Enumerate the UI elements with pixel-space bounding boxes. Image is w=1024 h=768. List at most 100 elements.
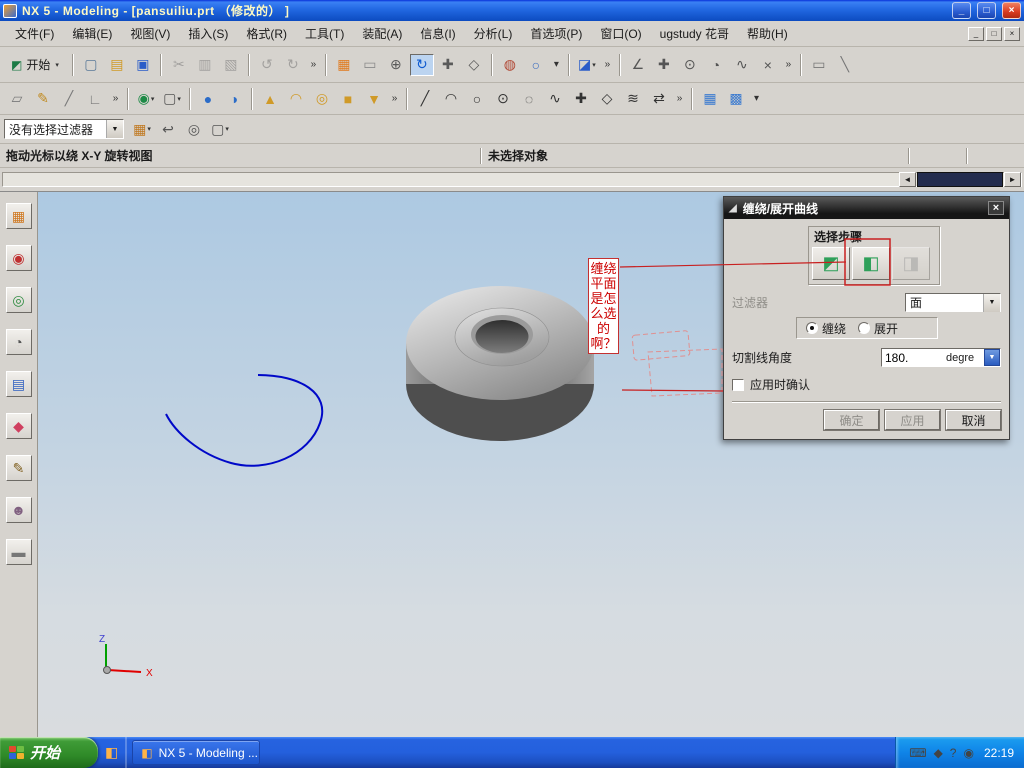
sound-tray-icon[interactable]: ◉ [963,746,973,760]
measure-distance-icon[interactable]: ▭ [807,54,831,76]
circle-icon[interactable]: ○ [465,88,489,110]
cut-icon[interactable]: ✂ [167,54,191,76]
point-constructor-icon[interactable]: ◉ ▾ [134,88,158,110]
fit-view-icon[interactable]: ▦ [332,54,356,76]
open-icon[interactable]: ▤ [105,54,129,76]
paste-icon[interactable]: ▧ [219,54,243,76]
ok-button[interactable]: 确定 [823,409,880,431]
extrude-icon[interactable]: ▲ [258,88,282,110]
block-icon[interactable]: ■ [336,88,360,110]
menu-item-0[interactable]: 文件(F) [6,21,63,46]
combo-arrow-icon[interactable]: ▼ [106,120,123,138]
shaded-cube-icon[interactable]: ● [196,88,220,110]
apply-button[interactable]: 应用 [884,409,941,431]
filter-grid-icon[interactable]: ▦ ▾ [130,118,154,140]
angle-unit-arrow-icon[interactable]: ▼ [984,349,1000,366]
horizontal-scrollbar-track[interactable] [2,172,1022,187]
pan-view-icon[interactable]: ✚ [436,54,460,76]
unwrap-radio[interactable] [858,322,871,334]
datum-axis-icon[interactable]: ╱ [57,88,81,110]
part-model[interactable] [406,286,594,441]
wireframe-display-icon[interactable]: ○ [524,54,548,76]
filter-combo-arrow-icon[interactable]: ▼ [983,293,1000,312]
select-rect-icon[interactable]: ▢ ▾ [208,118,232,140]
snap-intersection-icon[interactable]: × [756,54,780,76]
confirm-checkbox[interactable] [732,378,744,391]
menu-item-12[interactable]: 帮助(H) [738,21,797,46]
point-icon[interactable]: ✚ [569,88,593,110]
zoom-window-icon[interactable]: ▭ [358,54,382,76]
revolve-icon[interactable]: ◠ [284,88,308,110]
rectangle-tool-icon[interactable]: ▢ ▾ [160,88,184,110]
mdi-close-button[interactable]: × [1004,26,1020,41]
snap-point-icon[interactable]: ✚ [652,54,676,76]
menu-item-6[interactable]: 装配(A) [353,21,411,46]
reuse-library-icon[interactable]: ◔ [5,329,32,355]
ime-keyboard-icon[interactable]: ⌨ [909,746,926,760]
wrap-radio-option[interactable]: 缠绕 [806,320,846,337]
spline-icon[interactable]: ∿ [543,88,567,110]
offset-curve-icon[interactable]: ≋ [621,88,645,110]
line-icon[interactable]: ╱ [413,88,437,110]
step-curve-button[interactable]: ◨ [892,247,930,280]
rotate-view-icon[interactable]: ↻ [409,53,434,76]
unwrap-radio-option[interactable]: 展开 [858,320,898,337]
polygon-icon[interactable]: ◇ [595,88,619,110]
hd3d-tools-icon[interactable]: ▤ [5,371,32,397]
surface-more-icon[interactable]: ▾ [750,88,763,110]
snap-angle-icon[interactable]: ∠ [626,54,650,76]
snap-toggle-icon[interactable]: ◎ [182,118,206,140]
orient-view-cube-icon[interactable]: ◪ ▾ [575,54,599,76]
close-button[interactable]: × [1002,2,1021,19]
new-file-icon[interactable]: ▢ [79,54,103,76]
shell-icon[interactable]: ▼ [362,88,386,110]
display-more-icon[interactable]: ▾ [550,54,563,76]
view-more-icon[interactable]: » [601,54,614,76]
sketch-curve[interactable] [165,374,324,467]
ellipse-icon[interactable]: ◌ [517,88,541,110]
mdi-restore-button[interactable]: □ [986,26,1002,41]
task-button-nx[interactable]: ◧ NX 5 - Modeling ... [132,740,261,765]
arc-icon[interactable]: ◠ [439,88,463,110]
restore-button[interactable]: □ [977,2,996,19]
scroll-left-icon[interactable]: ◄ [899,172,916,187]
start-button[interactable]: 开始 [0,737,98,768]
history-icon[interactable]: ✎ [5,455,32,481]
menu-item-7[interactable]: 信息(I) [411,21,464,46]
hole-icon[interactable]: ◎ [310,88,334,110]
cut-angle-input[interactable] [882,350,946,365]
menu-item-10[interactable]: 窗口(O) [591,21,650,46]
datum-more-icon[interactable]: » [109,88,122,110]
palette-icon[interactable]: ◆ [5,413,32,439]
wrap-radio[interactable] [806,322,818,334]
copy-icon[interactable]: ▥ [193,54,217,76]
cancel-button[interactable]: 取消 [945,409,1002,431]
windows-panel-icon[interactable]: ▬ [5,539,32,565]
menu-item-2[interactable]: 视图(V) [121,21,179,46]
part-navigator-icon[interactable]: ◎ [5,287,32,313]
zoom-icon[interactable]: ⊕ [384,54,408,76]
constraint-navigator-icon[interactable]: ◉ [5,245,32,271]
filter-combo[interactable]: 面 ▼ [905,293,1001,312]
edit-more-icon[interactable]: » [307,54,320,76]
swept-surface-icon[interactable]: ▩ [724,88,748,110]
snap-more-icon[interactable]: » [782,54,795,76]
scrollbar-thumb[interactable] [917,172,1003,187]
snap-quadrant-icon[interactable]: ◔ [704,54,728,76]
menu-item-9[interactable]: 首选项(P) [521,21,591,46]
menu-item-8[interactable]: 分析(L) [465,21,522,46]
help-tray-icon[interactable]: ? [950,746,957,760]
dialog-close-button[interactable]: × [988,201,1004,215]
start-menu-button[interactable]: ◩ 开始 ▾ [4,54,66,75]
isometric-cube-icon[interactable]: ◑ [222,88,246,110]
datum-plane-icon[interactable]: ▱ [5,88,29,110]
menu-item-1[interactable]: 编辑(E) [63,21,121,46]
curve-more-icon[interactable]: » [673,88,686,110]
shaded-display-icon[interactable]: ◍ [498,54,522,76]
assembly-navigator-icon[interactable]: ▦ [5,203,32,229]
snap-center-icon[interactable]: ⊙ [678,54,702,76]
feature-more-icon[interactable]: » [388,88,401,110]
select-previous-icon[interactable]: ↩ [156,118,180,140]
minimize-button[interactable]: _ [952,2,971,19]
dialog-titlebar[interactable]: ◢ 缠绕/展开曲线 × [724,197,1009,219]
